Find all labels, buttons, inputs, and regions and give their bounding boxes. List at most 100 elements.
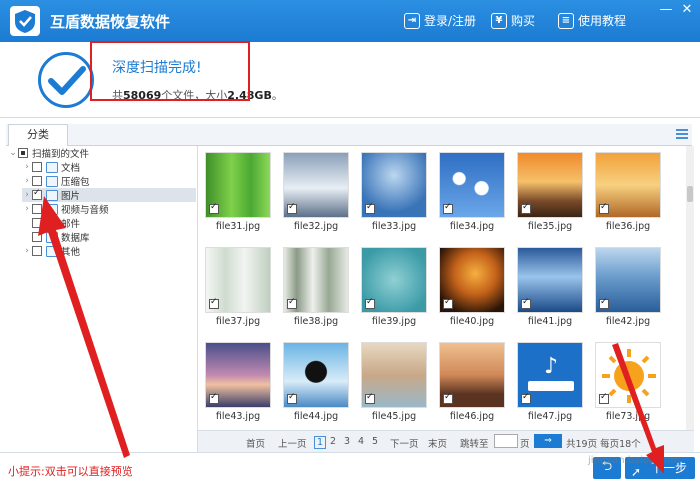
file-checkbox[interactable] <box>365 202 375 214</box>
tree-checkbox[interactable] <box>32 204 42 214</box>
tree-item-other[interactable]: › 其他 <box>22 244 80 258</box>
file-checkbox[interactable] <box>209 202 219 214</box>
file-item[interactable]: file32.jpg <box>281 152 351 232</box>
expand-icon[interactable]: › <box>22 246 32 256</box>
prev-page-link[interactable]: 上一页 <box>278 436 307 450</box>
page-link-5[interactable]: 5 <box>372 436 378 447</box>
next-page-link[interactable]: 下一页 <box>390 436 419 450</box>
file-thumbnail[interactable] <box>283 152 349 218</box>
file-checkbox[interactable] <box>287 392 297 404</box>
file-checkbox[interactable] <box>599 392 609 404</box>
mail-icon <box>46 217 58 229</box>
file-item[interactable]: file35.jpg <box>515 152 585 232</box>
file-checkbox[interactable] <box>287 202 297 214</box>
file-item[interactable]: file43.jpg <box>203 342 273 422</box>
login-register-button[interactable]: ⇥ 登录/注册 <box>404 12 476 29</box>
file-item[interactable]: file46.jpg <box>437 342 507 422</box>
file-thumbnail[interactable] <box>439 152 505 218</box>
file-item[interactable]: file33.jpg <box>359 152 429 232</box>
file-item[interactable]: file38.jpg <box>281 247 351 327</box>
tree-item-images[interactable]: › 图片 <box>22 188 196 202</box>
expand-icon[interactable]: › <box>22 162 32 172</box>
minimize-button[interactable]: — <box>657 3 675 19</box>
page-link-3[interactable]: 3 <box>344 436 350 447</box>
scrollbar-thumb[interactable] <box>687 186 693 202</box>
go-button[interactable]: ⇒ <box>534 434 562 448</box>
expand-icon[interactable]: › <box>22 190 32 200</box>
tree-checkbox[interactable] <box>32 232 42 242</box>
tree-checkbox[interactable] <box>32 162 42 172</box>
file-thumbnail[interactable] <box>361 247 427 313</box>
file-item[interactable]: file36.jpg <box>593 152 663 232</box>
file-item[interactable]: file73.jpg <box>593 342 663 422</box>
file-thumbnail[interactable] <box>439 342 505 408</box>
file-checkbox[interactable] <box>443 392 453 404</box>
file-item[interactable]: ♪ file47.jpg <box>515 342 585 422</box>
file-thumbnail[interactable] <box>595 342 661 408</box>
collapse-icon[interactable]: ⌄ <box>8 148 18 158</box>
file-checkbox[interactable] <box>365 392 375 404</box>
file-thumbnail[interactable] <box>205 342 271 408</box>
file-thumbnail[interactable] <box>205 152 271 218</box>
jump-page-input[interactable] <box>494 434 518 448</box>
file-item[interactable]: file42.jpg <box>593 247 663 327</box>
page-link-1[interactable]: 1 <box>314 436 327 449</box>
view-menu-icon[interactable] <box>676 129 688 141</box>
file-checkbox[interactable] <box>521 297 531 309</box>
file-checkbox[interactable] <box>287 297 297 309</box>
file-thumbnail[interactable] <box>283 247 349 313</box>
file-thumbnail[interactable] <box>283 342 349 408</box>
tree-item-root[interactable]: ⌄ 扫描到的文件 <box>8 146 89 160</box>
tree-checkbox[interactable] <box>32 176 42 186</box>
file-thumbnail[interactable] <box>439 247 505 313</box>
first-page-link[interactable]: 首页 <box>246 436 265 450</box>
file-thumbnail[interactable] <box>361 342 427 408</box>
page-link-2[interactable]: 2 <box>330 436 336 447</box>
last-page-link[interactable]: 末页 <box>428 436 447 450</box>
file-thumbnail[interactable] <box>517 247 583 313</box>
file-item[interactable]: file45.jpg <box>359 342 429 422</box>
file-checkbox[interactable] <box>443 202 453 214</box>
next-step-button[interactable]: ➚ 下一步 <box>625 457 695 479</box>
file-item[interactable]: file41.jpg <box>515 247 585 327</box>
tree-checkbox[interactable] <box>32 246 42 256</box>
file-checkbox[interactable] <box>599 202 609 214</box>
file-thumbnail[interactable]: ♪ <box>517 342 583 408</box>
file-checkbox[interactable] <box>521 202 531 214</box>
expand-icon[interactable]: › <box>22 176 32 186</box>
file-item[interactable]: file34.jpg <box>437 152 507 232</box>
file-thumbnail[interactable] <box>517 152 583 218</box>
file-item[interactable]: file40.jpg <box>437 247 507 327</box>
file-item[interactable]: file37.jpg <box>203 247 273 327</box>
file-item[interactable]: file39.jpg <box>359 247 429 327</box>
tree-item-video-audio[interactable]: › 视频与音频 <box>22 202 109 216</box>
tree-item-documents[interactable]: › 文档 <box>22 160 80 174</box>
file-thumbnail[interactable] <box>205 247 271 313</box>
file-item[interactable]: file31.jpg <box>203 152 273 232</box>
tree-checkbox[interactable] <box>32 188 42 200</box>
expand-icon[interactable]: › <box>22 204 32 214</box>
file-thumbnail[interactable] <box>595 152 661 218</box>
file-item[interactable]: file44.jpg <box>281 342 351 422</box>
grid-scrollbar[interactable] <box>686 146 694 430</box>
file-checkbox[interactable] <box>209 297 219 309</box>
tree-checkbox[interactable] <box>32 218 42 228</box>
buy-button[interactable]: ¥ 购买 <box>491 12 535 29</box>
file-name: file34.jpg <box>449 221 495 232</box>
tree-item-mail[interactable]: 邮件 <box>32 216 80 230</box>
file-thumbnail[interactable] <box>595 247 661 313</box>
file-checkbox[interactable] <box>365 297 375 309</box>
tab-category[interactable]: 分类 <box>8 124 68 146</box>
file-checkbox[interactable] <box>599 297 609 309</box>
close-button[interactable]: ✕ <box>678 3 696 19</box>
page-link-4[interactable]: 4 <box>358 436 364 447</box>
help-tutorial-button[interactable]: ≡ 使用教程 <box>558 12 626 29</box>
file-thumbnail[interactable] <box>361 152 427 218</box>
tree-checkbox[interactable] <box>18 148 28 158</box>
back-button[interactable]: ⮌ <box>593 457 621 479</box>
file-checkbox[interactable] <box>209 392 219 404</box>
tree-item-database[interactable]: 数据库 <box>32 230 90 244</box>
file-checkbox[interactable] <box>443 297 453 309</box>
tree-item-archives[interactable]: › 压缩包 <box>22 174 90 188</box>
file-checkbox[interactable] <box>521 392 531 404</box>
